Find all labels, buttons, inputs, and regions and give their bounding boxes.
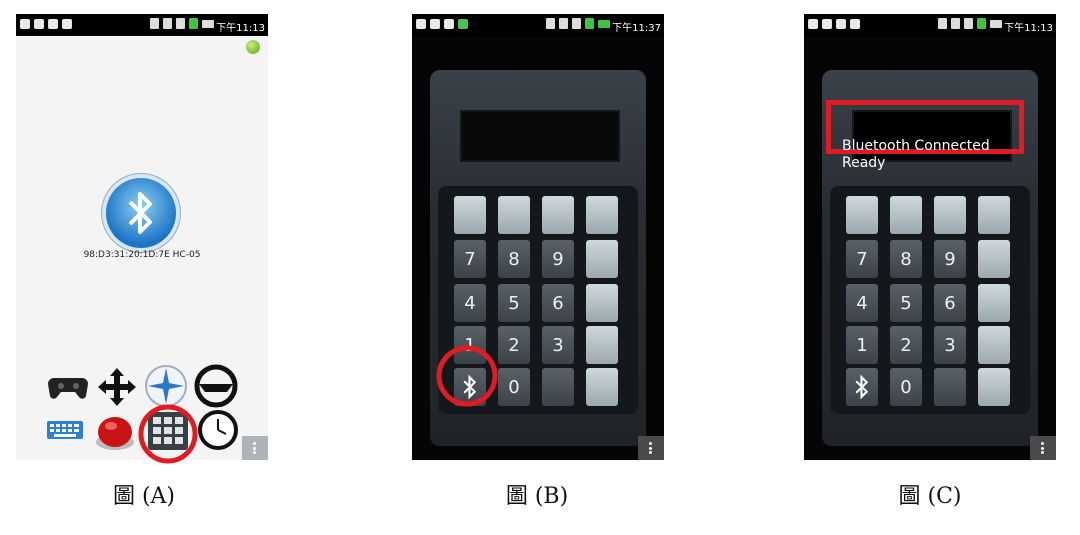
- key-blank[interactable]: [586, 240, 618, 278]
- key-blank[interactable]: [498, 196, 530, 234]
- key-3[interactable]: 3: [542, 326, 574, 364]
- key-blank[interactable]: [890, 196, 922, 234]
- more-icon: [253, 442, 256, 454]
- key-3[interactable]: 3: [934, 326, 966, 364]
- key-blank[interactable]: [846, 196, 878, 234]
- lcd-message: Bluetooth Connected Ready: [842, 138, 990, 172]
- lcd-line-2: Ready: [842, 155, 886, 171]
- status-bar: 下午11:13: [804, 14, 1056, 36]
- key-7[interactable]: 7: [846, 240, 878, 278]
- key-blank[interactable]: [978, 284, 1010, 322]
- status-time: 下午11:37: [612, 23, 661, 34]
- key-blank[interactable]: [586, 368, 618, 406]
- key-8[interactable]: 8: [890, 240, 922, 278]
- device-address: 98:D3:31:20:1D:7E HC-05: [83, 250, 201, 260]
- key-5[interactable]: 5: [498, 284, 530, 322]
- key-blank[interactable]: [586, 284, 618, 322]
- caption-c: 圖 (C): [898, 484, 962, 509]
- highlight-circle-bluetooth: [436, 345, 498, 407]
- caption-b: 圖 (B): [505, 484, 569, 509]
- bluetooth-icon: [128, 192, 152, 234]
- key-blank[interactable]: [586, 196, 618, 234]
- bluetooth-connect-button[interactable]: [106, 178, 176, 248]
- arrows-icon[interactable]: [96, 366, 138, 408]
- compass-icon[interactable]: [144, 364, 188, 408]
- clock-icon[interactable]: [198, 410, 238, 452]
- key-0[interactable]: 0: [498, 368, 530, 406]
- overflow-menu-button[interactable]: [242, 436, 268, 460]
- key-9[interactable]: 9: [934, 240, 966, 278]
- highlight-circle-keypad: [138, 404, 198, 464]
- status-bar: 下午11:37: [412, 14, 664, 36]
- key-8[interactable]: 8: [498, 240, 530, 278]
- key-6[interactable]: 6: [934, 284, 966, 322]
- lcd-line-1: Bluetooth Connected: [842, 138, 990, 154]
- phone-screen-a: 下午11:13 98:D3:31:20:1D:7E HC-05: [16, 14, 268, 460]
- key-4[interactable]: 4: [454, 284, 486, 322]
- key-2[interactable]: 2: [498, 326, 530, 364]
- gamepad-icon[interactable]: [48, 374, 88, 400]
- overflow-menu-button[interactable]: [1030, 436, 1056, 460]
- status-time: 下午11:13: [216, 23, 265, 34]
- status-time: 下午11:13: [1004, 23, 1053, 34]
- key-blank[interactable]: [978, 196, 1010, 234]
- connection-status-icon: [246, 40, 260, 54]
- key-blank[interactable]: [542, 196, 574, 234]
- key-9[interactable]: 9: [542, 240, 574, 278]
- bluetooth-icon: [855, 375, 869, 399]
- steering-wheel-icon[interactable]: [194, 364, 238, 408]
- overflow-menu-button[interactable]: [638, 436, 664, 460]
- key-blank[interactable]: [934, 368, 966, 406]
- keypad: 7 8 9 4 5 6 1 2 3 0: [830, 186, 1030, 414]
- key-5[interactable]: 5: [890, 284, 922, 322]
- more-icon: [649, 442, 652, 454]
- key-0[interactable]: 0: [890, 368, 922, 406]
- key-bluetooth[interactable]: [846, 368, 878, 406]
- key-blank[interactable]: [978, 240, 1010, 278]
- lcd-display: [460, 110, 620, 162]
- key-blank[interactable]: [934, 196, 966, 234]
- key-2[interactable]: 2: [890, 326, 922, 364]
- key-7[interactable]: 7: [454, 240, 486, 278]
- key-blank[interactable]: [586, 326, 618, 364]
- key-blank[interactable]: [978, 326, 1010, 364]
- caption-a: 圖 (A): [112, 484, 176, 509]
- key-blank[interactable]: [542, 368, 574, 406]
- key-6[interactable]: 6: [542, 284, 574, 322]
- key-4[interactable]: 4: [846, 284, 878, 322]
- key-1[interactable]: 1: [846, 326, 878, 364]
- red-button-icon[interactable]: [94, 412, 136, 452]
- phone-screen-c: 下午11:13 7 8 9 4 5 6 1 2 3 0 Bluetooth Co…: [804, 14, 1056, 460]
- key-blank[interactable]: [454, 196, 486, 234]
- keyboard-icon[interactable]: [46, 418, 84, 442]
- status-bar: 下午11:13: [16, 14, 268, 36]
- more-icon: [1041, 442, 1044, 454]
- key-blank[interactable]: [978, 368, 1010, 406]
